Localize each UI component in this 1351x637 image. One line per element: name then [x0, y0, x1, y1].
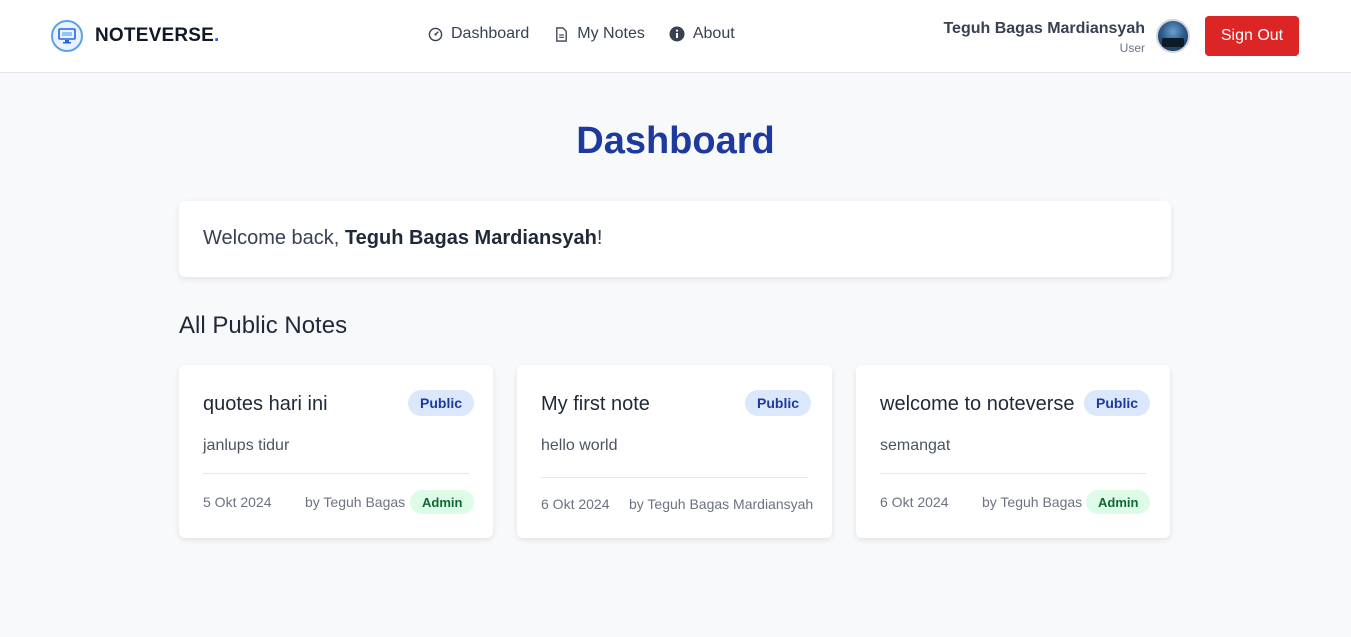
brand-dot: .	[214, 25, 220, 46]
note-date: 6 Okt 2024	[541, 496, 610, 512]
note-date: 5 Okt 2024	[203, 494, 272, 510]
nav-item-dashboard[interactable]: Dashboard	[427, 25, 529, 43]
note-body: semangat	[880, 437, 951, 454]
monitor-icon	[51, 20, 83, 52]
sign-out-button[interactable]: Sign Out	[1205, 16, 1299, 56]
nav-label-my-notes: My Notes	[577, 25, 645, 42]
brand[interactable]: NOTEVERSE.	[51, 20, 219, 52]
visibility-badge: Public	[408, 390, 475, 416]
note-card[interactable]: My first note Public hello world 6 Okt 2…	[517, 365, 832, 538]
visibility-badge: Public	[1084, 390, 1151, 416]
role-badge: Admin	[1086, 490, 1151, 514]
note-title: My first note	[541, 393, 650, 415]
brand-name: NOTEVERSE.	[95, 25, 220, 46]
role-badge: Admin	[410, 490, 475, 514]
top-navbar: NOTEVERSE. Dashboard My Notes About Tegu…	[0, 0, 1351, 73]
info-icon	[669, 26, 685, 42]
note-card[interactable]: quotes hari ini Public janlups tidur 5 O…	[179, 365, 493, 538]
note-title: quotes hari ini	[203, 393, 328, 415]
note-author: by Teguh Bagas Mardiansyah	[629, 496, 814, 512]
main-nav: Dashboard My Notes About	[427, 25, 735, 43]
divider	[880, 473, 1146, 474]
note-author: by Teguh Bagas	[982, 494, 1083, 510]
visibility-badge: Public	[745, 390, 812, 416]
welcome-name: Teguh Bagas Mardiansyah	[344, 227, 597, 249]
nav-item-my-notes[interactable]: My Notes	[553, 25, 645, 43]
gauge-icon	[427, 26, 443, 42]
user-role: User	[1119, 41, 1145, 55]
note-date: 6 Okt 2024	[880, 494, 949, 510]
welcome-prefix: Welcome back,	[203, 227, 345, 249]
note-title: welcome to noteverse	[880, 393, 1075, 415]
nav-label-dashboard: Dashboard	[451, 25, 530, 42]
nav-item-about[interactable]: About	[669, 25, 735, 43]
note-card[interactable]: welcome to noteverse Public semangat 6 O…	[856, 365, 1170, 538]
nav-label-about: About	[692, 25, 735, 42]
document-icon	[553, 26, 569, 42]
welcome-suffix: !	[596, 227, 603, 249]
divider	[541, 477, 808, 478]
user-info: Teguh Bagas Mardiansyah User	[943, 19, 1145, 56]
welcome-card: Welcome back, Teguh Bagas Mardiansyah!	[179, 201, 1171, 277]
divider	[203, 473, 469, 474]
page-title: Dashboard	[576, 120, 775, 162]
section-title: All Public Notes	[179, 312, 348, 339]
user-name: Teguh Bagas Mardiansyah	[943, 20, 1145, 37]
note-body: hello world	[541, 437, 618, 454]
note-author: by Teguh Bagas	[305, 494, 406, 510]
note-body: janlups tidur	[203, 437, 290, 454]
avatar[interactable]	[1156, 19, 1190, 53]
